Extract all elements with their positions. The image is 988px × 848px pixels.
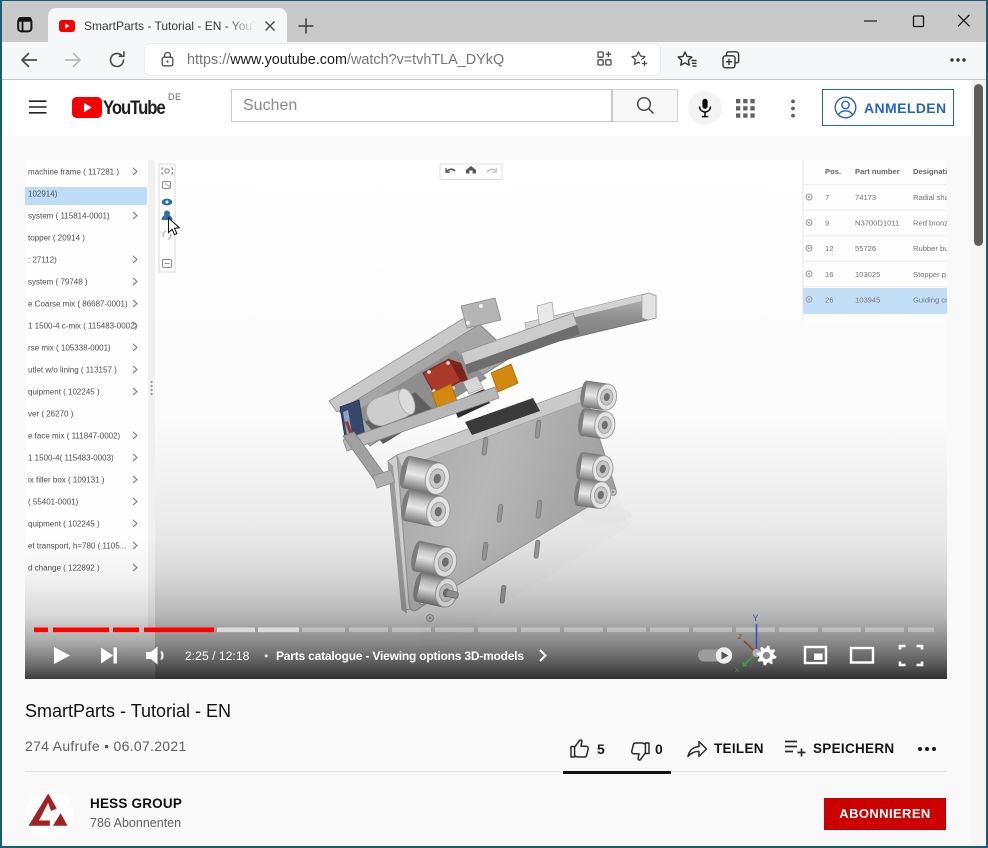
svg-text:e face mix ( 111847-0002): e face mix ( 111847-0002) — [28, 432, 121, 441]
svg-text:( 55401-0001): ( 55401-0001) — [28, 498, 79, 507]
svg-text:Rubber bu: Rubber bu — [913, 244, 947, 253]
svg-text:e Coarse mix ( 86687-0001): e Coarse mix ( 86687-0001) — [28, 300, 128, 309]
svg-text:•: • — [264, 649, 268, 663]
svg-text:ver ( 26270 ): ver ( 26270 ) — [28, 410, 74, 419]
svg-text:system ( 79748 ): system ( 79748 ) — [28, 278, 88, 287]
svg-text:quipment ( 102245 ): quipment ( 102245 ) — [28, 388, 100, 397]
svg-text:1 1500-4( 115483-0003): 1 1500-4( 115483-0003) — [28, 454, 114, 463]
svg-text:N3700D1011: N3700D1011 — [855, 219, 899, 228]
svg-text:x: x — [735, 665, 739, 674]
svg-text:9: 9 — [825, 219, 829, 228]
svg-text:quipment ( 102245 ): quipment ( 102245 ) — [28, 520, 100, 529]
svg-text:utlet w/o lining ( 113157 ): utlet w/o lining ( 113157 ) — [28, 366, 117, 375]
svg-text:topper ( 20914 ): topper ( 20914 ) — [28, 234, 85, 243]
svg-text:2:25 / 12:18: 2:25 / 12:18 — [185, 649, 250, 663]
svg-text:Red bronz: Red bronz — [913, 219, 947, 228]
svg-text:Y: Y — [753, 613, 759, 623]
svg-text:system ( 115814-0001): system ( 115814-0001) — [28, 212, 110, 221]
svg-text:26: 26 — [825, 295, 833, 304]
svg-text:Designatio: Designatio — [913, 167, 947, 176]
svg-text:Part number: Part number — [855, 167, 900, 176]
svg-text:55726: 55726 — [855, 244, 876, 253]
svg-text:16: 16 — [825, 270, 833, 279]
svg-text:102914): 102914) — [28, 190, 58, 199]
svg-text:machine frame ( 117281 ): machine frame ( 117281 ) — [28, 168, 119, 177]
svg-text:Parts catalogue - Viewing opti: Parts catalogue - Viewing options 3D-mod… — [276, 649, 524, 663]
svg-text:ix filler box ( 109131 ): ix filler box ( 109131 ) — [28, 476, 105, 485]
svg-text:z: z — [738, 632, 742, 641]
svg-text:12: 12 — [825, 244, 833, 253]
svg-text:103945: 103945 — [855, 295, 880, 304]
svg-text:rse mix ( 105338-0001): rse mix ( 105338-0001) — [28, 344, 111, 353]
svg-text:Guiding cr: Guiding cr — [913, 295, 947, 304]
svg-text:Pos.: Pos. — [825, 167, 841, 176]
svg-text:: 27112): : 27112) — [28, 256, 57, 265]
svg-text:74173: 74173 — [855, 193, 876, 202]
svg-text:103025: 103025 — [855, 270, 880, 279]
svg-text:1 1500-4 c-mix ( 115483-0002): 1 1500-4 c-mix ( 115483-0002) — [28, 322, 138, 331]
svg-text:7: 7 — [825, 193, 829, 202]
svg-text:Stopper p: Stopper p — [913, 270, 946, 279]
svg-text:Radial sha: Radial sha — [913, 193, 947, 202]
